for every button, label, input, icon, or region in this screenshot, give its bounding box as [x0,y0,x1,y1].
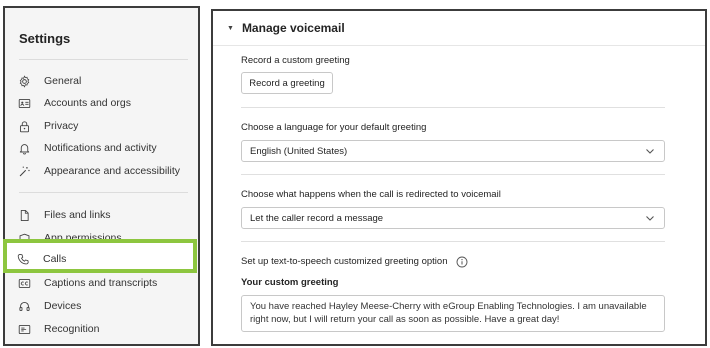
gear-icon [17,74,31,88]
sidebar-item-devices[interactable]: Devices [17,296,194,316]
sidebar-item-privacy[interactable]: Privacy [17,116,194,136]
record-greeting-label: Record a custom greeting [241,55,350,66]
sidebar-item-captions[interactable]: Captions and transcripts [17,273,194,293]
language-value: English (United States) [250,145,348,157]
sidebar-item-label: Accounts and orgs [44,97,131,109]
id-card-icon [17,96,31,110]
redirect-value: Let the caller record a message [250,212,384,224]
chevron-down-icon [646,216,654,221]
sidebar-item-calls[interactable]: Calls [16,249,66,269]
custom-greeting-textarea[interactable]: You have reached Hayley Meese-Cherry wit… [241,295,665,332]
lock-icon [17,119,31,133]
divider [241,174,665,175]
sidebar-item-recognition[interactable]: Recognition [17,319,194,339]
sidebar-item-label: Captions and transcripts [44,277,158,289]
sidebar-item-general[interactable]: General [17,71,194,91]
sidebar-item-label: Notifications and activity [44,142,157,154]
language-dropdown[interactable]: English (United States) [241,140,665,162]
sidebar-item-files[interactable]: Files and links [17,205,194,225]
headset-icon [17,299,31,313]
recognition-icon [17,322,31,336]
settings-title: Settings [19,31,71,46]
sidebar-item-label: Privacy [44,120,79,132]
tts-label: Set up text-to-speech customized greetin… [241,256,448,267]
redirect-dropdown[interactable]: Let the caller record a message [241,207,665,229]
sidebar-item-label: General [44,75,82,87]
divider [19,192,188,193]
sidebar-item-label: Devices [44,300,82,312]
voicemail-section-toggle[interactable]: ▼ Manage voicemail [227,21,345,35]
file-icon [17,208,31,222]
divider [241,107,665,108]
sidebar-item-label: Appearance and accessibility [44,165,180,177]
language-label: Choose a language for your default greet… [241,122,427,133]
custom-greeting-label: Your custom greeting [241,277,339,288]
bell-icon [17,141,31,155]
info-icon[interactable] [456,256,468,268]
sidebar-item-appearance[interactable]: Appearance and accessibility [17,161,194,181]
sidebar-item-accounts[interactable]: Accounts and orgs [17,93,194,113]
divider [241,241,665,242]
divider [19,59,188,60]
sidebar-item-label: Calls [43,253,67,265]
record-greeting-button[interactable]: Record a greeting [241,72,333,94]
sidebar-item-label: Recognition [44,323,100,335]
divider [213,45,705,46]
phone-icon [16,252,30,266]
magic-wand-icon [17,164,31,178]
section-title: Manage voicemail [241,21,345,35]
redirect-label: Choose what happens when the call is red… [241,189,501,200]
sidebar-item-label: Files and links [44,209,111,221]
chevron-down-icon [646,149,654,154]
sidebar-item-notifications[interactable]: Notifications and activity [17,138,194,158]
closed-caption-icon [17,276,31,290]
voicemail-panel: ▼ Manage voicemail Record a custom greet… [211,9,707,346]
settings-sidebar: Settings General Accounts and orgs Priva… [3,6,200,346]
caret-down-icon: ▼ [227,24,234,32]
